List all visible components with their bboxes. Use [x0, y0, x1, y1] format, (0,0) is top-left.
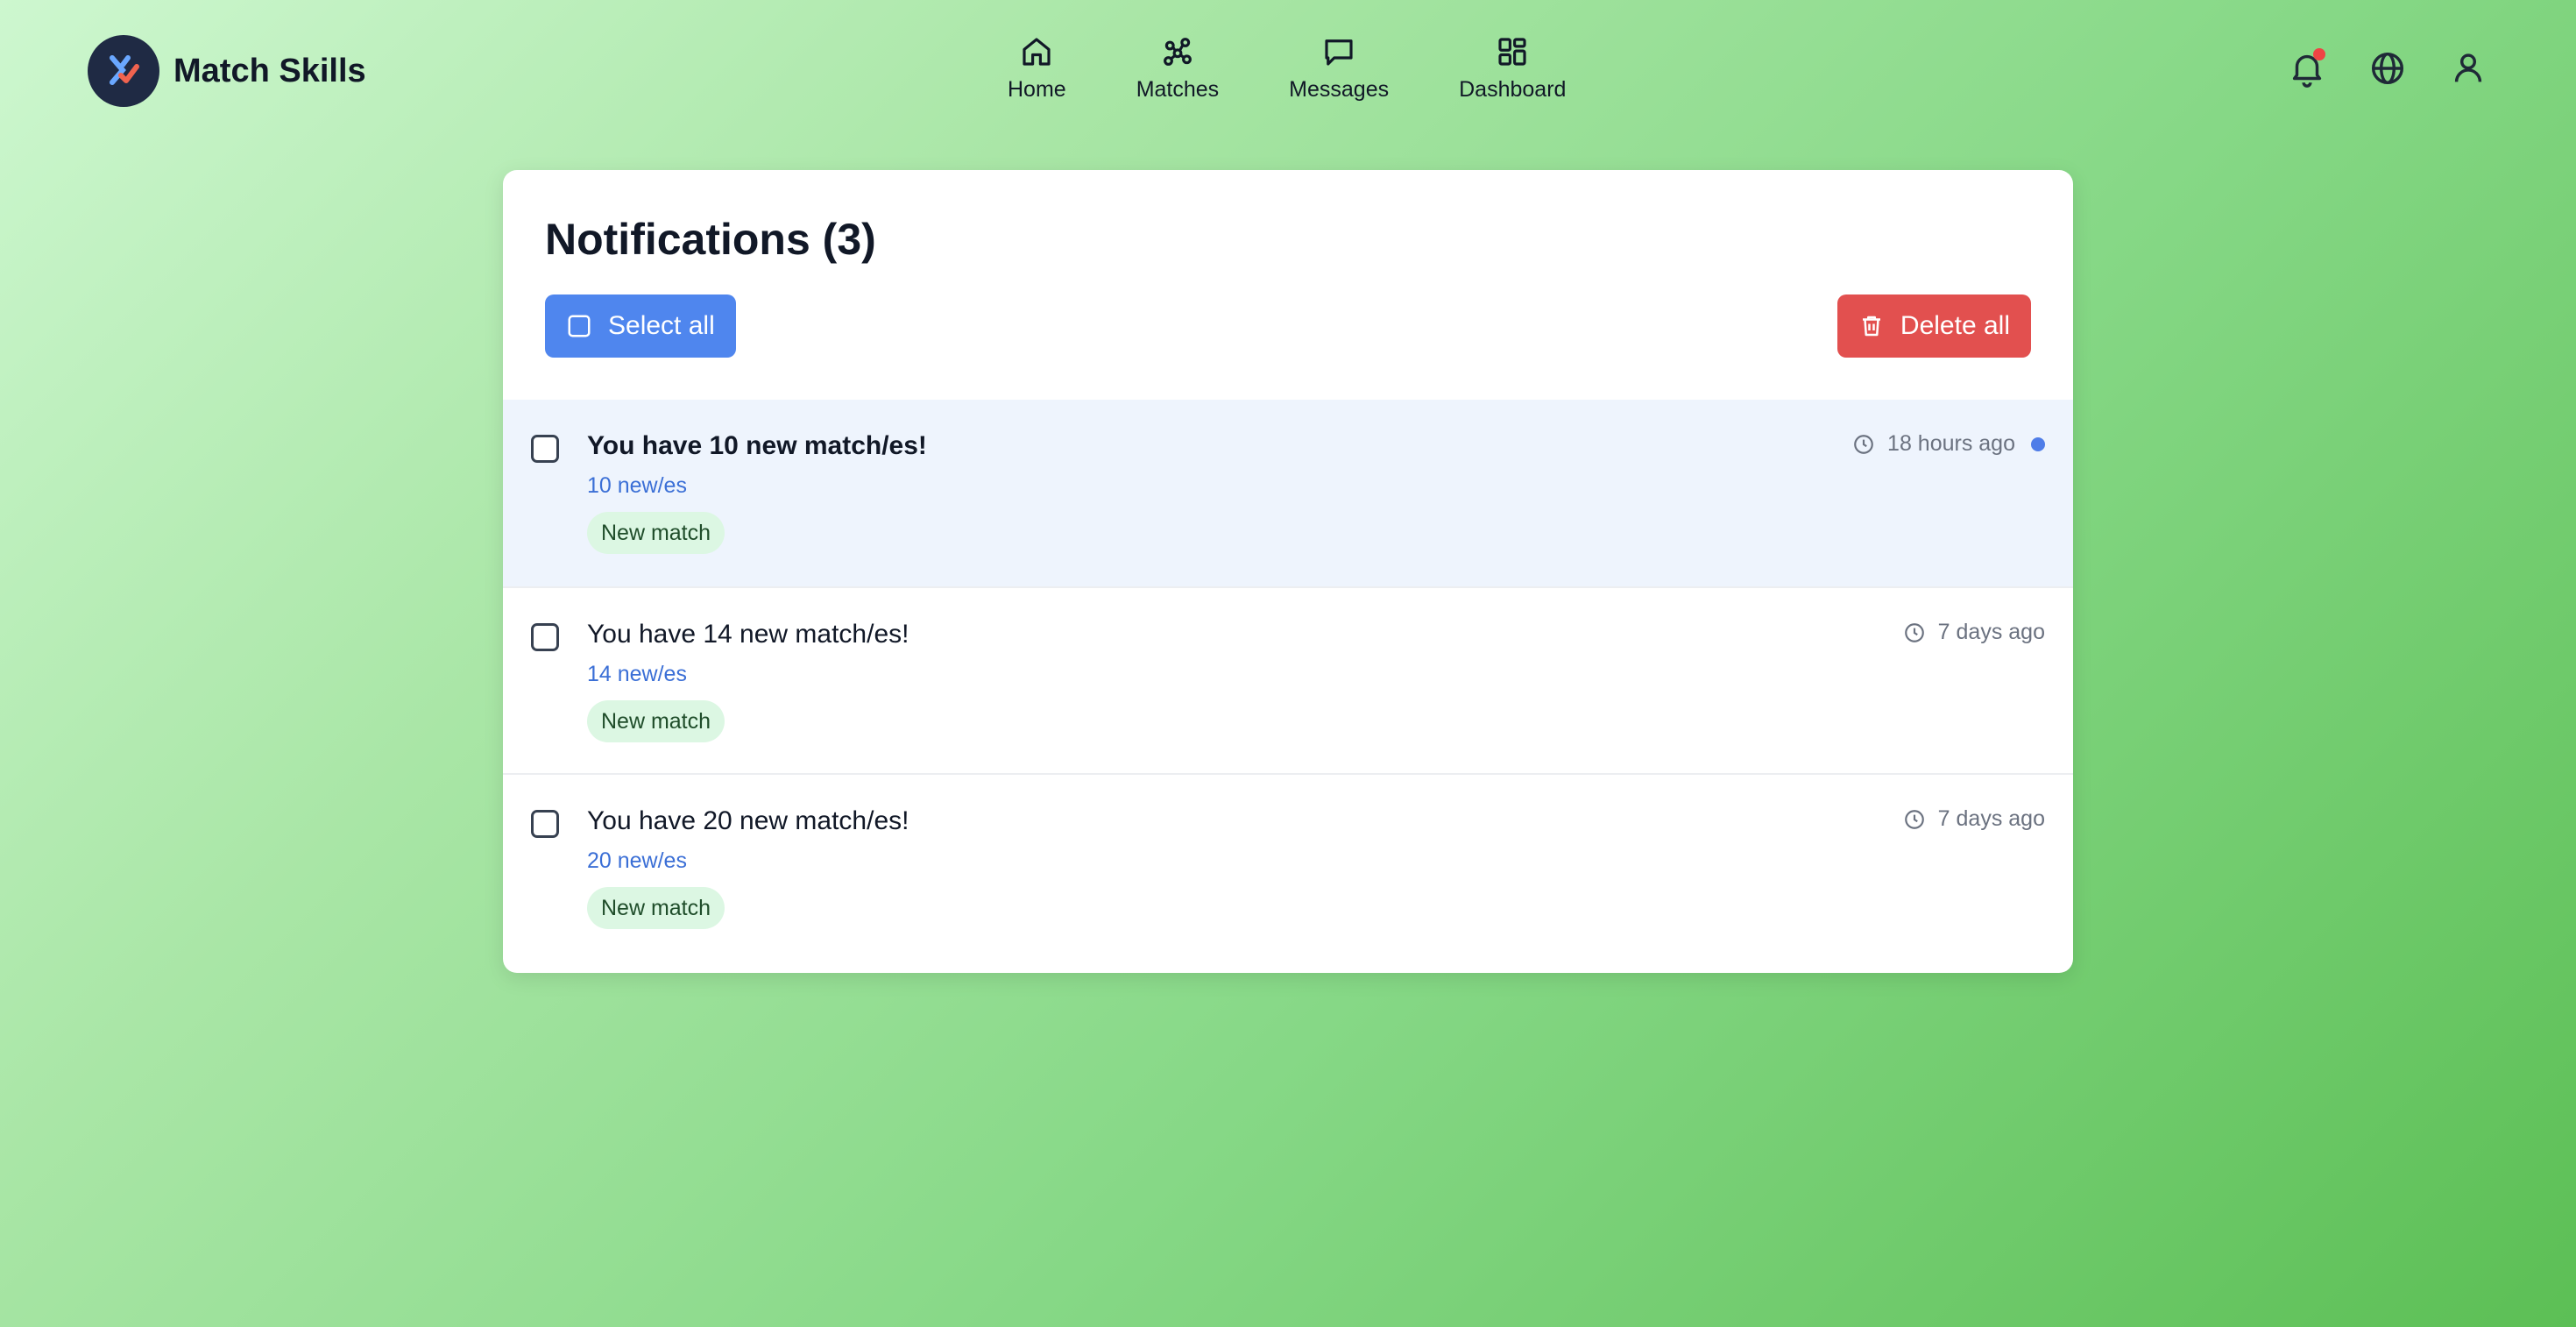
brand-name: Match Skills — [173, 52, 366, 89]
nav-item-dashboard[interactable]: Dashboard — [1459, 33, 1566, 103]
clock-icon — [1854, 434, 1873, 454]
notification-subtitle[interactable]: 14 new/es — [587, 662, 687, 687]
notification-checkbox[interactable] — [531, 810, 559, 838]
nav-label-dashboard: Dashboard — [1459, 77, 1567, 102]
unread-indicator — [2031, 436, 2045, 451]
nav-item-messages[interactable]: Messages — [1289, 33, 1389, 103]
checkbox-icon — [568, 315, 591, 337]
notifications-card: Notifications (3) Select all Delete all … — [503, 170, 2073, 973]
delete-all-button[interactable]: Delete all — [1836, 294, 2031, 358]
match-skills-logo — [88, 35, 159, 107]
message-icon — [1325, 39, 1353, 66]
notification-time-text: 18 hours ago — [1887, 431, 2015, 456]
user-icon — [2454, 53, 2482, 82]
dashboard-icon — [1498, 38, 1526, 66]
clock-icon — [1904, 809, 1924, 829]
language-button[interactable] — [2367, 48, 2408, 89]
notification-item[interactable]: You have 20 new match/es! 20 new/es New … — [503, 773, 2073, 960]
nav-label-matches: Matches — [1136, 77, 1220, 102]
notification-time-text: 7 days ago — [1937, 806, 2045, 831]
notification-subtitle[interactable]: 10 new/es — [587, 473, 687, 499]
select-all-button[interactable]: Select all — [545, 294, 736, 358]
notification-tag: New match — [587, 700, 725, 742]
notifications-button[interactable] — [2287, 48, 2327, 89]
nav-label-home: Home — [1008, 77, 1066, 102]
notification-item[interactable]: You have 10 new match/es! 10 new/es New … — [503, 400, 2073, 586]
page-title: Notifications (3) — [545, 215, 876, 264]
notification-time-text: 7 days ago — [1937, 620, 2045, 644]
notification-title: You have 10 new match/es! — [587, 431, 927, 460]
card-header: Notifications (3) Select all Delete all — [503, 170, 2073, 400]
top-header: Match Skills Home Matches Messages Dashb… — [0, 0, 2576, 144]
notification-tag: New match — [587, 512, 725, 554]
nav-label-messages: Messages — [1289, 77, 1390, 102]
nav-item-home[interactable]: Home — [1008, 33, 1066, 103]
home-icon — [1023, 38, 1051, 66]
notification-time: 18 hours ago — [1852, 431, 2045, 457]
notification-tag: New match — [587, 887, 725, 929]
notification-checkbox[interactable] — [531, 435, 559, 463]
notification-time: 7 days ago — [1903, 806, 2045, 832]
notification-list: You have 10 new match/es! 10 new/es New … — [503, 400, 2073, 960]
clock-icon — [1904, 622, 1924, 642]
main-nav: Home Matches Messages Dashboard — [1008, 33, 1566, 103]
delete-all-label: Delete all — [1900, 311, 2010, 340]
trash-icon — [1862, 316, 1880, 337]
notification-title: You have 14 new match/es! — [587, 620, 909, 649]
notification-time: 7 days ago — [1903, 620, 2045, 645]
nav-item-matches[interactable]: Matches — [1136, 33, 1219, 103]
brand[interactable]: Match Skills — [88, 35, 366, 107]
header-actions — [2247, 48, 2488, 89]
notification-subtitle[interactable]: 20 new/es — [587, 848, 687, 874]
notification-checkbox[interactable] — [531, 623, 559, 651]
notification-title: You have 20 new match/es! — [587, 806, 909, 835]
network-icon — [1163, 38, 1192, 66]
notification-item[interactable]: You have 14 new match/es! 14 new/es New … — [503, 586, 2073, 773]
profile-button[interactable] — [2448, 48, 2488, 89]
select-all-label: Select all — [608, 311, 715, 340]
globe-icon — [2371, 52, 2404, 85]
notification-badge-dot — [2313, 48, 2325, 60]
